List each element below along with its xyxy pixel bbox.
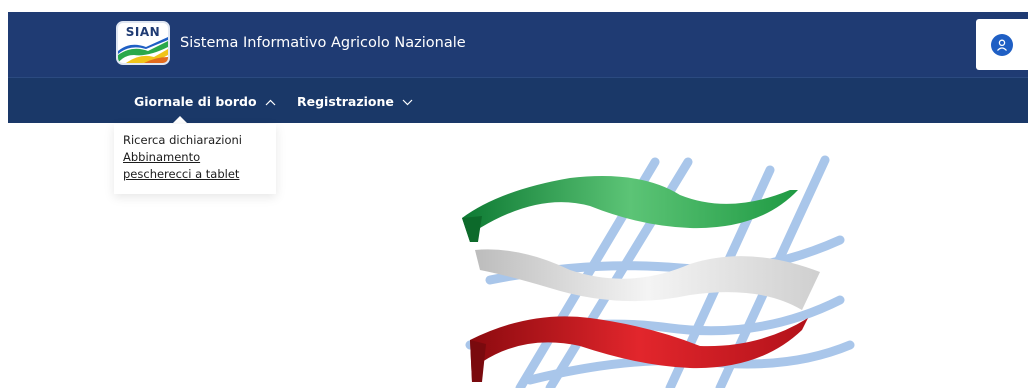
home-brand-link[interactable]: SIAN Sistema Informativo Agricolo Nazion…: [116, 21, 466, 65]
menu-item-ricerca-dichiarazioni[interactable]: Ricerca dichiarazioni: [123, 132, 276, 149]
site-title: Sistema Informativo Agricolo Nazionale: [180, 35, 466, 51]
nav-registrazione[interactable]: Registrazione: [297, 78, 413, 124]
page-margin: [0, 0, 8, 388]
dropdown-caret: [173, 116, 187, 123]
red-ribbon-fold: [470, 340, 486, 382]
nav-item-label: Giornale di bordo: [134, 93, 257, 109]
site-header: SIAN Sistema Informativo Agricolo Nazion…: [8, 12, 1028, 77]
green-ribbon: [462, 176, 798, 242]
chevron-down-icon: [402, 94, 413, 109]
nav-giornale-di-bordo[interactable]: Giornale di bordo: [134, 78, 276, 124]
user-icon: [991, 33, 1013, 56]
sian-logo: SIAN: [116, 21, 170, 65]
menu-item-abbinamento-line2[interactable]: pescherecci a tablet: [123, 166, 276, 183]
menu-item-abbinamento-line1[interactable]: Abbinamento: [123, 149, 276, 166]
white-ribbon: [475, 249, 820, 310]
chevron-up-icon: [265, 94, 276, 109]
green-ribbon-fold: [462, 216, 482, 242]
user-account-button[interactable]: [976, 19, 1028, 70]
nav-item-label: Registrazione: [297, 93, 394, 109]
main-navbar: Giornale di bordo Registrazione: [8, 77, 1028, 123]
field-stripes-icon: [118, 37, 168, 63]
giornale-dropdown-menu: Ricerca dichiarazioni Abbinamento pesche…: [114, 124, 276, 194]
italian-flag-net-emblem: [462, 155, 855, 388]
